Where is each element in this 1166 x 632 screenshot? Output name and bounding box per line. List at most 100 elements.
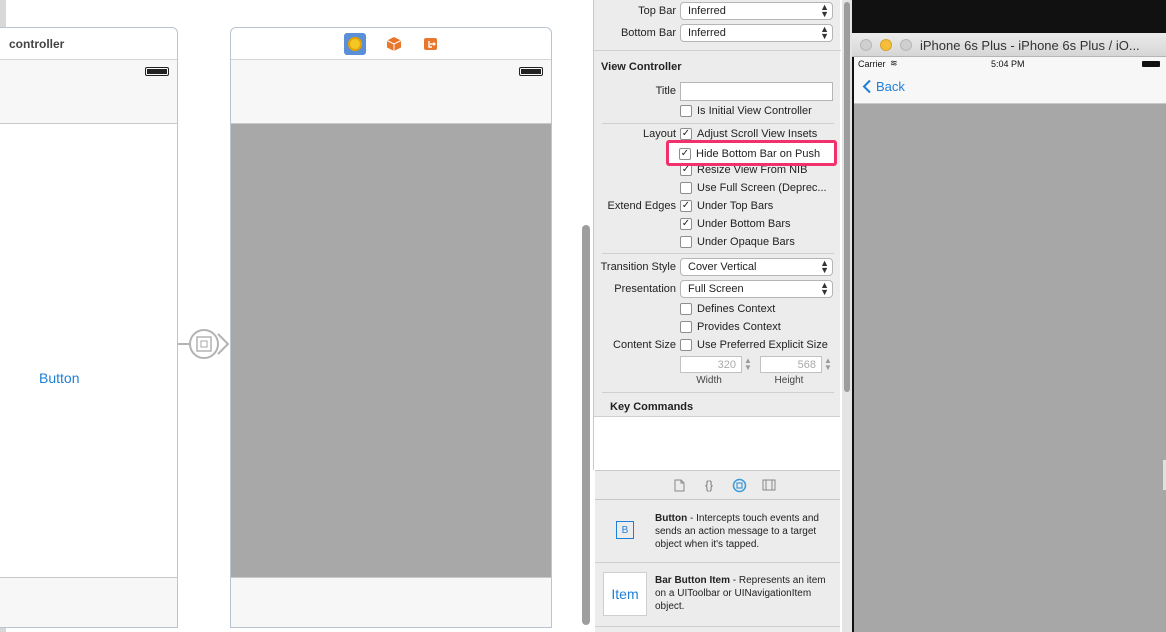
popup-arrows-icon: ▲ ▼ <box>820 258 829 275</box>
is-initial-checkbox[interactable]: Is Initial View Controller <box>680 103 812 119</box>
scene-button[interactable]: Button <box>39 370 79 386</box>
scene-root-view-controller[interactable]: controller Button <box>0 27 178 628</box>
checkbox-box[interactable] <box>680 339 692 351</box>
title-field[interactable] <box>680 82 833 101</box>
hide-bottom-bar-checkbox[interactable]: ✓ Hide Bottom Bar on Push <box>679 146 820 162</box>
view-controller-icon[interactable] <box>344 33 366 55</box>
width-field[interactable]: 320 <box>680 356 742 373</box>
battery-icon <box>145 67 169 76</box>
under-bottom-bars-label: Under Bottom Bars <box>697 218 791 230</box>
simulator-navigation-bar: Carrier ≋ 5:04 PM Back <box>854 57 1166 104</box>
status-bar <box>231 61 551 81</box>
zoom-button[interactable] <box>900 39 912 51</box>
content-size-label: Content Size <box>613 339 676 351</box>
first-responder-icon[interactable] <box>383 33 405 55</box>
height-field[interactable]: 568 <box>760 356 822 373</box>
simulator-title-bar: iPhone 6s Plus - iPhone 6s Plus / iO... <box>852 33 1166 57</box>
library-item-thumbnail: B <box>603 508 647 552</box>
under-bottom-bars-checkbox[interactable]: ✓ Under Bottom Bars <box>680 216 791 232</box>
checkbox-box[interactable] <box>680 105 692 117</box>
library-item-name: Bar Button Item <box>655 575 730 586</box>
use-preferred-size-label: Use Preferred Explicit Size <box>697 339 828 351</box>
top-bar-popup[interactable]: Inferred ▲ ▼ <box>680 2 833 20</box>
hide-bottom-bar-highlight: ✓ Hide Bottom Bar on Push <box>666 140 837 166</box>
library-item-description: Bar Button Item - Represents an item on … <box>655 574 833 613</box>
scene-dock <box>231 28 551 60</box>
attributes-inspector: Top Bar Inferred ▲ ▼ Bottom Bar Inferred ▲ ▼… <box>593 0 841 470</box>
scene-title: controller <box>9 37 65 51</box>
divider <box>602 392 834 393</box>
checkbox-box[interactable] <box>680 321 692 333</box>
media-library-icon[interactable] <box>761 477 777 493</box>
height-label: Height <box>774 375 804 386</box>
provides-context-checkbox[interactable]: Provides Context <box>680 319 781 335</box>
checkbox-box[interactable]: ✓ <box>680 128 692 140</box>
button-thumb-icon: B <box>616 521 634 539</box>
section-divider <box>594 50 841 51</box>
bottom-bar-popup[interactable]: Inferred ▲ ▼ <box>680 24 833 42</box>
bar-item-thumb-icon: Item <box>611 586 639 602</box>
height-stepper[interactable]: ▲ ▼ <box>824 357 832 373</box>
checkbox-box[interactable] <box>680 182 692 194</box>
bottom-bar <box>231 577 551 627</box>
bottom-bar-value: Inferred <box>688 27 726 39</box>
storyboard-canvas[interactable]: controller Button <box>0 0 590 632</box>
simulator-screen[interactable]: Carrier ≋ 5:04 PM Back <box>854 57 1166 632</box>
checkbox-box[interactable] <box>680 236 692 248</box>
use-full-screen-label: Use Full Screen (Deprec... <box>697 182 827 194</box>
under-opaque-bars-checkbox[interactable]: Under Opaque Bars <box>680 234 795 250</box>
bottom-bar <box>0 577 177 627</box>
bottom-bar-label: Bottom Bar <box>620 27 676 39</box>
checkbox-box[interactable]: ✓ <box>680 200 692 212</box>
top-bar-label: Top Bar <box>638 5 676 17</box>
library-item-description: Button - Intercepts touch events and sen… <box>655 512 833 551</box>
under-top-bars-label: Under Top Bars <box>697 200 774 212</box>
transition-style-label: Transition Style <box>600 261 676 273</box>
exit-icon[interactable] <box>420 33 442 55</box>
scrollbar-thumb[interactable] <box>844 2 850 392</box>
top-bar-value: Inferred <box>688 5 726 17</box>
use-full-screen-checkbox[interactable]: Use Full Screen (Deprec... <box>680 180 827 196</box>
library-item-button[interactable]: B Button - Intercepts touch events and s… <box>595 500 840 563</box>
transition-style-popup[interactable]: Cover Vertical ▲ ▼ <box>680 258 833 276</box>
object-library: B Button - Intercepts touch events and s… <box>595 500 840 632</box>
extend-edges-label: Extend Edges <box>607 200 677 212</box>
chevron-left-icon <box>862 79 871 94</box>
adjust-scroll-insets-label: Adjust Scroll View Insets <box>697 128 818 140</box>
divider <box>602 123 834 124</box>
object-library-icon[interactable] <box>731 477 747 493</box>
battery-icon <box>519 67 543 76</box>
canvas-scrollbar[interactable] <box>582 225 590 625</box>
close-button[interactable] <box>860 39 872 51</box>
presentation-popup[interactable]: Full Screen ▲ ▼ <box>680 280 833 298</box>
key-commands-table[interactable] <box>594 416 840 470</box>
file-template-icon[interactable] <box>671 477 687 493</box>
under-opaque-bars-label: Under Opaque Bars <box>697 236 795 248</box>
main-view[interactable] <box>231 124 551 578</box>
under-top-bars-checkbox[interactable]: ✓ Under Top Bars <box>680 198 773 214</box>
library-tab-bar: {} <box>595 470 840 500</box>
defines-context-label: Defines Context <box>697 303 776 315</box>
checkbox-box[interactable]: ✓ <box>680 218 692 230</box>
simulator-title: iPhone 6s Plus - iPhone 6s Plus / iO... <box>920 38 1140 53</box>
code-snippet-icon[interactable]: {} <box>701 477 717 493</box>
defines-context-checkbox[interactable]: Defines Context <box>680 301 775 317</box>
battery-icon <box>1142 61 1160 67</box>
inspector-scrollbar[interactable] <box>842 0 852 632</box>
layout-label: Layout <box>642 128 676 140</box>
popup-arrows-icon: ▲ ▼ <box>820 280 829 297</box>
popup-arrows-icon: ▲ ▼ <box>820 24 829 41</box>
navigation-segue-icon[interactable] <box>178 326 232 362</box>
use-preferred-size-checkbox[interactable]: Use Preferred Explicit Size <box>680 337 828 353</box>
presentation-value: Full Screen <box>688 283 744 295</box>
back-button[interactable]: Back <box>862 79 905 94</box>
back-label: Back <box>876 79 905 94</box>
minimize-button[interactable] <box>880 39 892 51</box>
key-commands-section-title: Key Commands <box>610 401 694 413</box>
checkbox-box[interactable] <box>680 303 692 315</box>
width-stepper[interactable]: ▲ ▼ <box>744 357 752 373</box>
scene-detail-view-controller[interactable] <box>230 27 552 628</box>
checkbox-box[interactable]: ✓ <box>679 148 691 160</box>
divider <box>602 253 834 254</box>
library-item-bar-button-item[interactable]: Item Bar Button Item - Represents an ite… <box>595 564 840 627</box>
